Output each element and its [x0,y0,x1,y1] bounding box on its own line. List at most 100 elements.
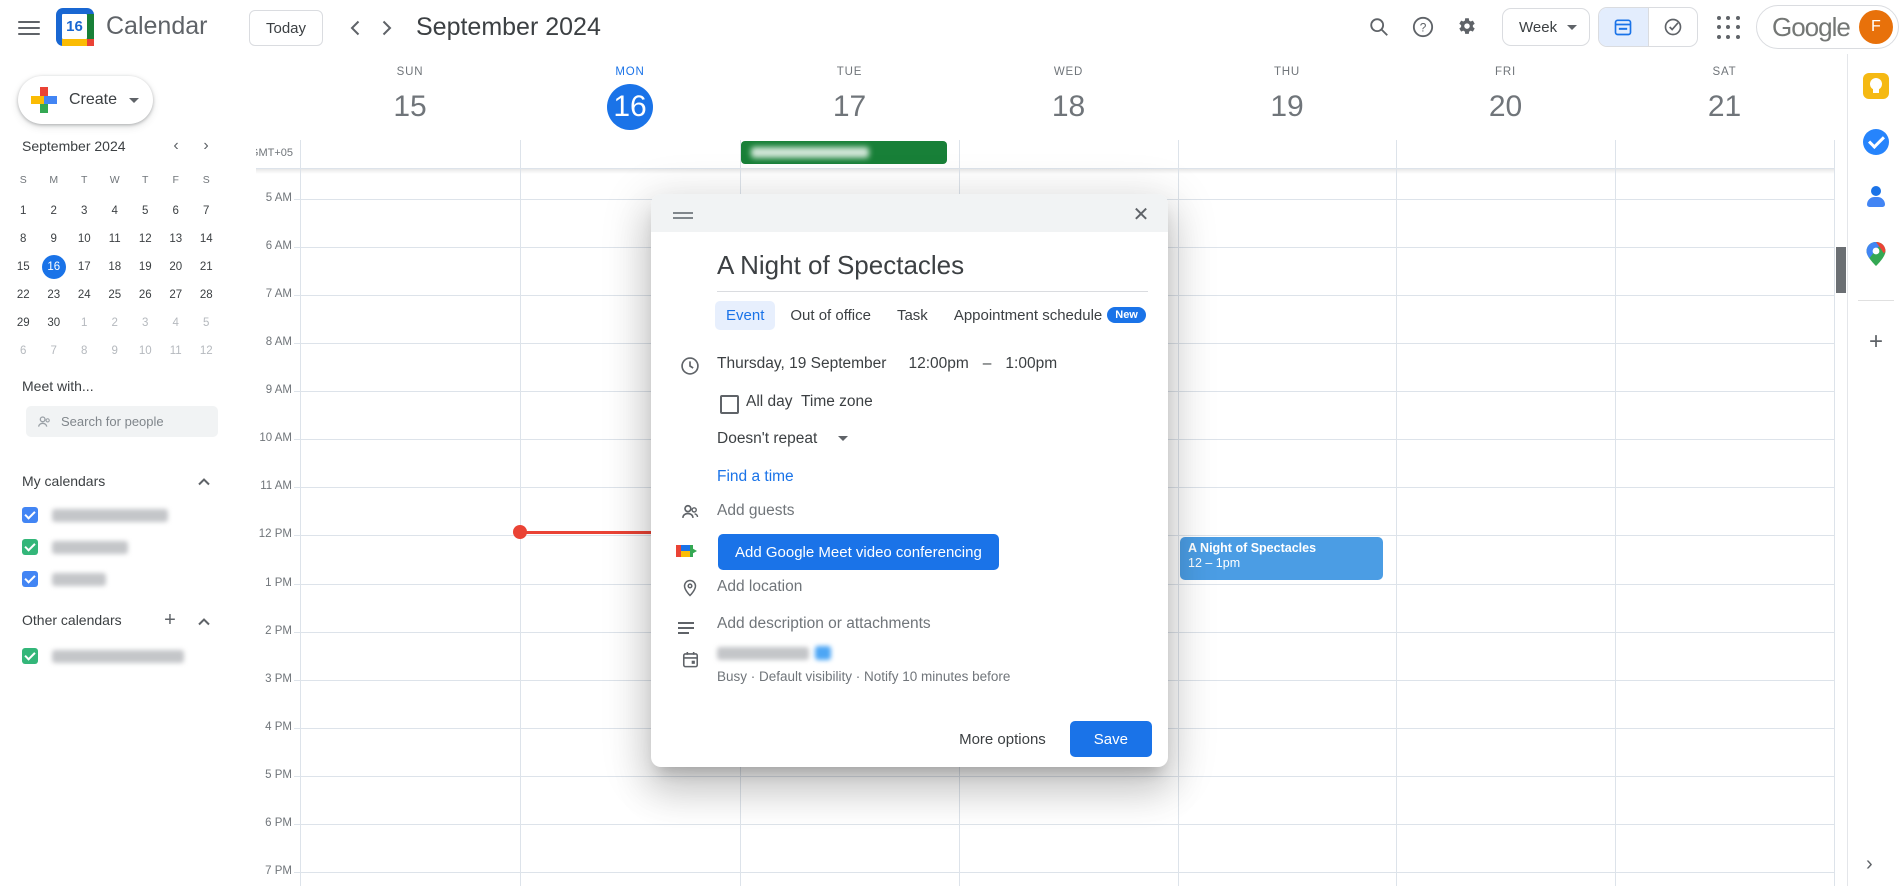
day-number[interactable]: 18 [959,85,1178,129]
calendar-list-item[interactable] [0,640,256,672]
view-selector[interactable]: Week [1502,8,1591,46]
calendar-list-item[interactable] [0,499,256,531]
mini-date[interactable]: 19 [130,253,161,281]
add-google-meet-button[interactable]: Add Google Meet video conferencing [718,534,999,570]
mini-date[interactable]: 30 [39,309,70,337]
dialog-drag-bar[interactable]: ✕ [651,194,1168,232]
mini-date[interactable]: 12 [130,225,161,253]
tasks-icon[interactable] [1862,128,1890,156]
mini-date[interactable]: 28 [191,281,222,309]
day-number-today[interactable]: 16 [607,84,653,130]
day-name-fri[interactable]: FRI [1396,66,1615,78]
mini-date[interactable]: 6 [8,337,39,365]
recurrence-dropdown[interactable]: Doesn't repeat [717,430,848,448]
mini-date[interactable]: 20 [161,253,192,281]
find-a-time-link[interactable]: Find a time [717,468,794,486]
mini-date[interactable]: 15 [8,253,39,281]
day-name-thu[interactable]: THU [1178,66,1396,78]
today-button[interactable]: Today [249,10,324,46]
mini-date[interactable]: 10 [69,225,100,253]
vertical-scrollbar[interactable] [1836,247,1846,293]
maps-icon[interactable] [1862,240,1890,268]
tasks-view-toggle[interactable] [1647,8,1698,46]
mini-date[interactable]: 1 [69,309,100,337]
calendar-checkbox[interactable] [22,539,38,555]
my-calendars-collapse-icon[interactable] [192,470,216,494]
mini-date[interactable]: 22 [8,281,39,309]
mini-date[interactable]: 27 [161,281,192,309]
tab-appointment-schedule[interactable]: Appointment schedule New [943,301,1157,330]
time-zone-link[interactable]: Time zone [801,393,873,411]
mini-date[interactable]: 8 [69,337,100,365]
tab-task[interactable]: Task [886,301,939,330]
mini-date[interactable]: 11 [161,337,192,365]
add-guests-input[interactable]: Add guests [717,502,795,520]
day-number[interactable]: 17 [740,85,959,129]
hide-side-panel-icon[interactable]: › [1866,853,1873,876]
tab-event[interactable]: Event [715,301,776,330]
calendar-logo-icon[interactable]: 16 [56,8,94,46]
close-icon[interactable]: ✕ [1128,201,1154,227]
mini-date[interactable]: 11 [100,225,131,253]
event-title-input[interactable]: A Night of Spectacles [717,250,1148,292]
mini-date[interactable]: 16 [39,253,70,281]
mini-date[interactable]: 5 [130,197,161,225]
mini-date[interactable]: 18 [100,253,131,281]
mini-date[interactable]: 5 [191,309,222,337]
contacts-icon[interactable] [1862,183,1890,211]
day-name-tue[interactable]: TUE [740,66,959,78]
previous-week-icon[interactable] [342,15,368,41]
calendar-view-toggle[interactable] [1599,8,1648,46]
calendar-list-item[interactable] [0,531,256,563]
day-number[interactable]: 19 [1178,85,1396,129]
day-name-sun[interactable]: SUN [300,66,520,78]
event-block[interactable]: A Night of Spectacles 12 – 1pm [1180,537,1383,580]
save-button[interactable]: Save [1069,721,1152,757]
mini-date[interactable]: 23 [39,281,70,309]
mini-date[interactable]: 12 [191,337,222,365]
mini-date[interactable]: 9 [100,337,131,365]
mini-date[interactable]: 6 [161,197,192,225]
mini-date[interactable]: 7 [39,337,70,365]
next-week-icon[interactable] [374,15,400,41]
day-number[interactable]: 20 [1396,85,1615,129]
mini-date[interactable]: 10 [130,337,161,365]
day-name-mon[interactable]: MON [520,66,740,78]
mini-date[interactable]: 3 [69,197,100,225]
mini-calendar-next-icon[interactable]: › [194,134,218,158]
calendar-checkbox[interactable] [22,571,38,587]
add-location-input[interactable]: Add location [717,578,802,596]
more-options-button[interactable]: More options [945,723,1060,756]
drag-handle-icon[interactable] [673,209,693,222]
google-apps-icon[interactable] [1716,15,1742,41]
add-other-calendars-icon[interactable]: + [158,608,182,632]
mini-date[interactable]: 21 [191,253,222,281]
mini-date[interactable]: 29 [8,309,39,337]
day-number[interactable]: 21 [1615,85,1834,129]
mini-date[interactable]: 8 [8,225,39,253]
calendar-list-item[interactable] [0,563,256,595]
search-people-input[interactable]: Search for people [26,406,218,437]
mini-date[interactable]: 26 [130,281,161,309]
date-field[interactable]: Thursday, 19 September [717,355,886,373]
calendar-checkbox[interactable] [22,648,38,664]
day-number[interactable]: 15 [300,85,520,129]
current-date-range[interactable]: September 2024 [416,13,601,42]
mini-date[interactable]: 13 [161,225,192,253]
search-icon[interactable] [1366,14,1392,40]
mini-date[interactable]: 9 [39,225,70,253]
mini-date[interactable]: 14 [191,225,222,253]
all-day-label[interactable]: All day [746,393,793,411]
calendar-checkbox[interactable] [22,507,38,523]
mini-date[interactable]: 25 [100,281,131,309]
add-description-input[interactable]: Add description or attachments [717,615,931,633]
all-day-checkbox[interactable] [720,395,739,414]
calendar-select-dropdown[interactable] [717,646,831,660]
start-time-field[interactable]: 12:00pm [908,355,968,373]
create-button[interactable]: Create [18,76,154,124]
mini-date[interactable]: 2 [39,197,70,225]
day-name-wed[interactable]: WED [959,66,1178,78]
mini-date[interactable]: 7 [191,197,222,225]
keep-icon[interactable] [1862,72,1890,100]
mini-date[interactable]: 3 [130,309,161,337]
